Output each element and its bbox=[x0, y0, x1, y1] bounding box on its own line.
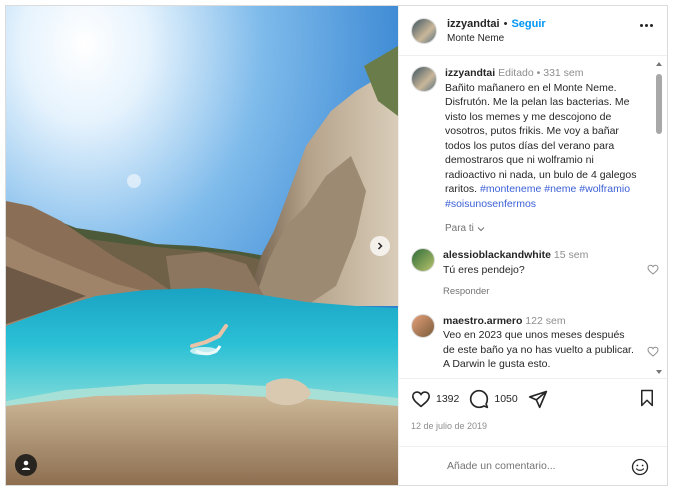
emoji-icon[interactable] bbox=[631, 458, 649, 476]
post-modal: izzyandtai • Seguir Monte Neme izzyandta… bbox=[5, 5, 668, 486]
comment-age[interactable]: 122 sem bbox=[525, 315, 565, 327]
share-icon[interactable] bbox=[528, 389, 548, 409]
comment-username[interactable]: alessioblackandwhite bbox=[443, 249, 551, 261]
hashtag-link[interactable]: #wolframio bbox=[579, 183, 630, 195]
comments-scrollbar[interactable] bbox=[655, 62, 663, 374]
post-date: 12 de julio de 2019 bbox=[411, 421, 488, 431]
heart-icon[interactable] bbox=[647, 346, 659, 357]
comment-icon[interactable] bbox=[469, 389, 489, 409]
translate-label: Para ti bbox=[445, 223, 474, 234]
bookmark-icon[interactable] bbox=[639, 389, 655, 407]
comment-count[interactable]: 1050 bbox=[494, 393, 517, 405]
next-photo-button[interactable] bbox=[370, 236, 390, 256]
caption: izzyandtai Editado • 331 sem Bañito maña… bbox=[411, 66, 641, 211]
separator-dot: • bbox=[503, 17, 508, 30]
header-username[interactable]: izzyandtai bbox=[447, 18, 500, 30]
comment-text: Veo en 2023 que unos meses después de es… bbox=[443, 329, 634, 370]
avatar[interactable] bbox=[411, 313, 435, 338]
add-comment-bar bbox=[399, 446, 667, 485]
caption-username[interactable]: izzyandtai bbox=[445, 67, 495, 79]
reply-button[interactable]: Responder bbox=[443, 285, 635, 300]
comment-input[interactable] bbox=[447, 460, 617, 472]
comment-age[interactable]: 15 sem bbox=[554, 249, 588, 261]
lake-photo-image bbox=[6, 6, 398, 485]
heart-icon[interactable] bbox=[411, 390, 431, 408]
scroll-up-icon[interactable] bbox=[656, 62, 662, 66]
tagged-users-button[interactable] bbox=[15, 454, 37, 476]
more-options-icon[interactable] bbox=[640, 24, 653, 27]
comment-item: alessioblackandwhite 15 sem Tú eres pend… bbox=[411, 248, 659, 300]
scroll-thumb[interactable] bbox=[656, 74, 662, 134]
avatar[interactable] bbox=[411, 66, 437, 92]
like-count[interactable]: 1392 bbox=[436, 393, 459, 405]
comment-item: maestro.armero 122 sem Veo en 2023 que u… bbox=[411, 313, 659, 372]
heart-icon[interactable] bbox=[647, 264, 659, 275]
edited-label: Editado bbox=[498, 67, 534, 79]
comment-username[interactable]: maestro.armero bbox=[443, 315, 522, 327]
post-actions: 1392 1050 12 de julio de 2019 bbox=[399, 378, 667, 446]
hashtag-link[interactable]: #neme bbox=[544, 183, 576, 195]
comments-list[interactable]: izzyandtai Editado • 331 sem Bañito maña… bbox=[399, 56, 667, 378]
caption-text: Bañito mañanero en el Monte Neme. Disfru… bbox=[445, 81, 637, 196]
post-header: izzyandtai • Seguir Monte Neme bbox=[399, 6, 667, 56]
user-tag-icon bbox=[21, 460, 31, 470]
location-link[interactable]: Monte Neme bbox=[447, 33, 546, 44]
caption-age[interactable]: 331 sem bbox=[543, 67, 583, 79]
post-details-panel: izzyandtai • Seguir Monte Neme izzyandta… bbox=[398, 6, 667, 485]
hashtag-link[interactable]: #monteneme bbox=[480, 183, 541, 195]
hashtag-link[interactable]: #soisunosenfermos bbox=[445, 198, 536, 210]
translation-toggle[interactable]: Para ti bbox=[445, 223, 641, 234]
chevron-right-icon bbox=[377, 242, 383, 250]
avatar[interactable] bbox=[411, 248, 435, 272]
comment-text: Tú eres pendejo? bbox=[443, 263, 525, 276]
post-photo[interactable] bbox=[6, 6, 398, 485]
follow-button[interactable]: Seguir bbox=[511, 18, 545, 30]
avatar[interactable] bbox=[411, 17, 437, 44]
scroll-down-icon[interactable] bbox=[656, 370, 662, 374]
chevron-down-icon bbox=[477, 226, 485, 231]
